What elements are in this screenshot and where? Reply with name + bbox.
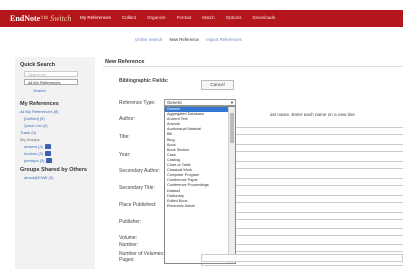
field-label: Reference Type: (119, 100, 156, 106)
my-groups-label: My Groups (20, 137, 40, 142)
field-label: Secondary Title: (119, 185, 155, 191)
top-bar: EndNote™ Switch My References Collect Or… (0, 0, 403, 35)
field-label: Volume: (119, 235, 138, 241)
tab-new-reference[interactable]: New Reference (169, 37, 199, 42)
nav-options[interactable]: Options (226, 15, 242, 20)
field-label: Title: (119, 134, 130, 140)
shared-group-icon (46, 158, 53, 164)
tab-online-search[interactable]: Online Search (135, 37, 162, 42)
all-references-link[interactable]: All My References (8) (20, 109, 58, 114)
app-logo[interactable]: EndNote™ Switch (10, 14, 71, 23)
nav-my-references[interactable]: My References (80, 15, 111, 20)
quick-search-heading: Quick Search (20, 62, 56, 68)
field-label: Place Published: (119, 202, 157, 208)
field-label: Pages: (119, 257, 135, 263)
search-input[interactable]: Search for (24, 71, 78, 77)
divider (103, 66, 403, 67)
quick-list-link[interactable]: Quick List (0) (24, 123, 48, 128)
shared-group-item[interactable]: about@ENW (3) (24, 175, 53, 180)
field-label: Author: (119, 116, 136, 122)
scrollbar-thumb[interactable] (230, 113, 234, 143)
tab-import-references[interactable]: Import References (206, 37, 241, 42)
main-content: New Reference Bibliographic Fields: Canc… (103, 57, 403, 269)
search-button[interactable]: Search (33, 88, 46, 93)
my-references-heading: My References (20, 101, 59, 107)
trash-link[interactable]: Trash (0) (20, 130, 36, 135)
sidebar: Quick Search Search for All My Reference… (15, 57, 95, 269)
search-in-select[interactable]: All My References (24, 79, 78, 85)
shared-group-icon (44, 144, 51, 150)
shared-group-icon (45, 151, 52, 157)
page-title: New Reference (105, 59, 145, 65)
field-label: Number: (119, 242, 139, 248)
field-label: Year: (119, 152, 131, 158)
field-label: Publisher: (119, 219, 142, 225)
sub-nav: Online Search New Reference Import Refer… (135, 37, 242, 42)
reference-type-select[interactable]: Generic ▼ (164, 99, 236, 106)
author-help-text: ast name. Enter each name on a new line (270, 112, 355, 117)
shared-groups-heading: Groups Shared by Others (20, 167, 87, 173)
main-nav: My References Collect Organize Format Ma… (80, 15, 286, 20)
cancel-button[interactable]: Cancel (201, 80, 234, 90)
nav-format[interactable]: Format (177, 15, 192, 20)
group-item[interactable]: perhaps (3) (24, 158, 53, 164)
nav-organize[interactable]: Organize (147, 15, 166, 20)
group-item[interactable]: doctors (3) (24, 151, 52, 157)
nav-collect[interactable]: Collect (122, 15, 136, 20)
reference-type-dropdown[interactable]: Generic Aggregated Database Ancient Text Ar… (164, 106, 236, 264)
pages-field[interactable] (201, 254, 403, 262)
dropdown-scrollbar[interactable] (228, 107, 235, 263)
nav-downloads[interactable]: Downloads (253, 15, 276, 20)
dropdown-option[interactable]: Electronic Article (165, 204, 230, 209)
unfiled-link[interactable]: [Unfiled] (5) (24, 116, 45, 121)
nav-match[interactable]: Match (202, 15, 215, 20)
group-item[interactable]: ancient (3) (24, 144, 51, 150)
bibliographic-fields-label: Bibliographic Fields: (119, 78, 169, 84)
field-label: Secondary Author: (119, 168, 161, 174)
